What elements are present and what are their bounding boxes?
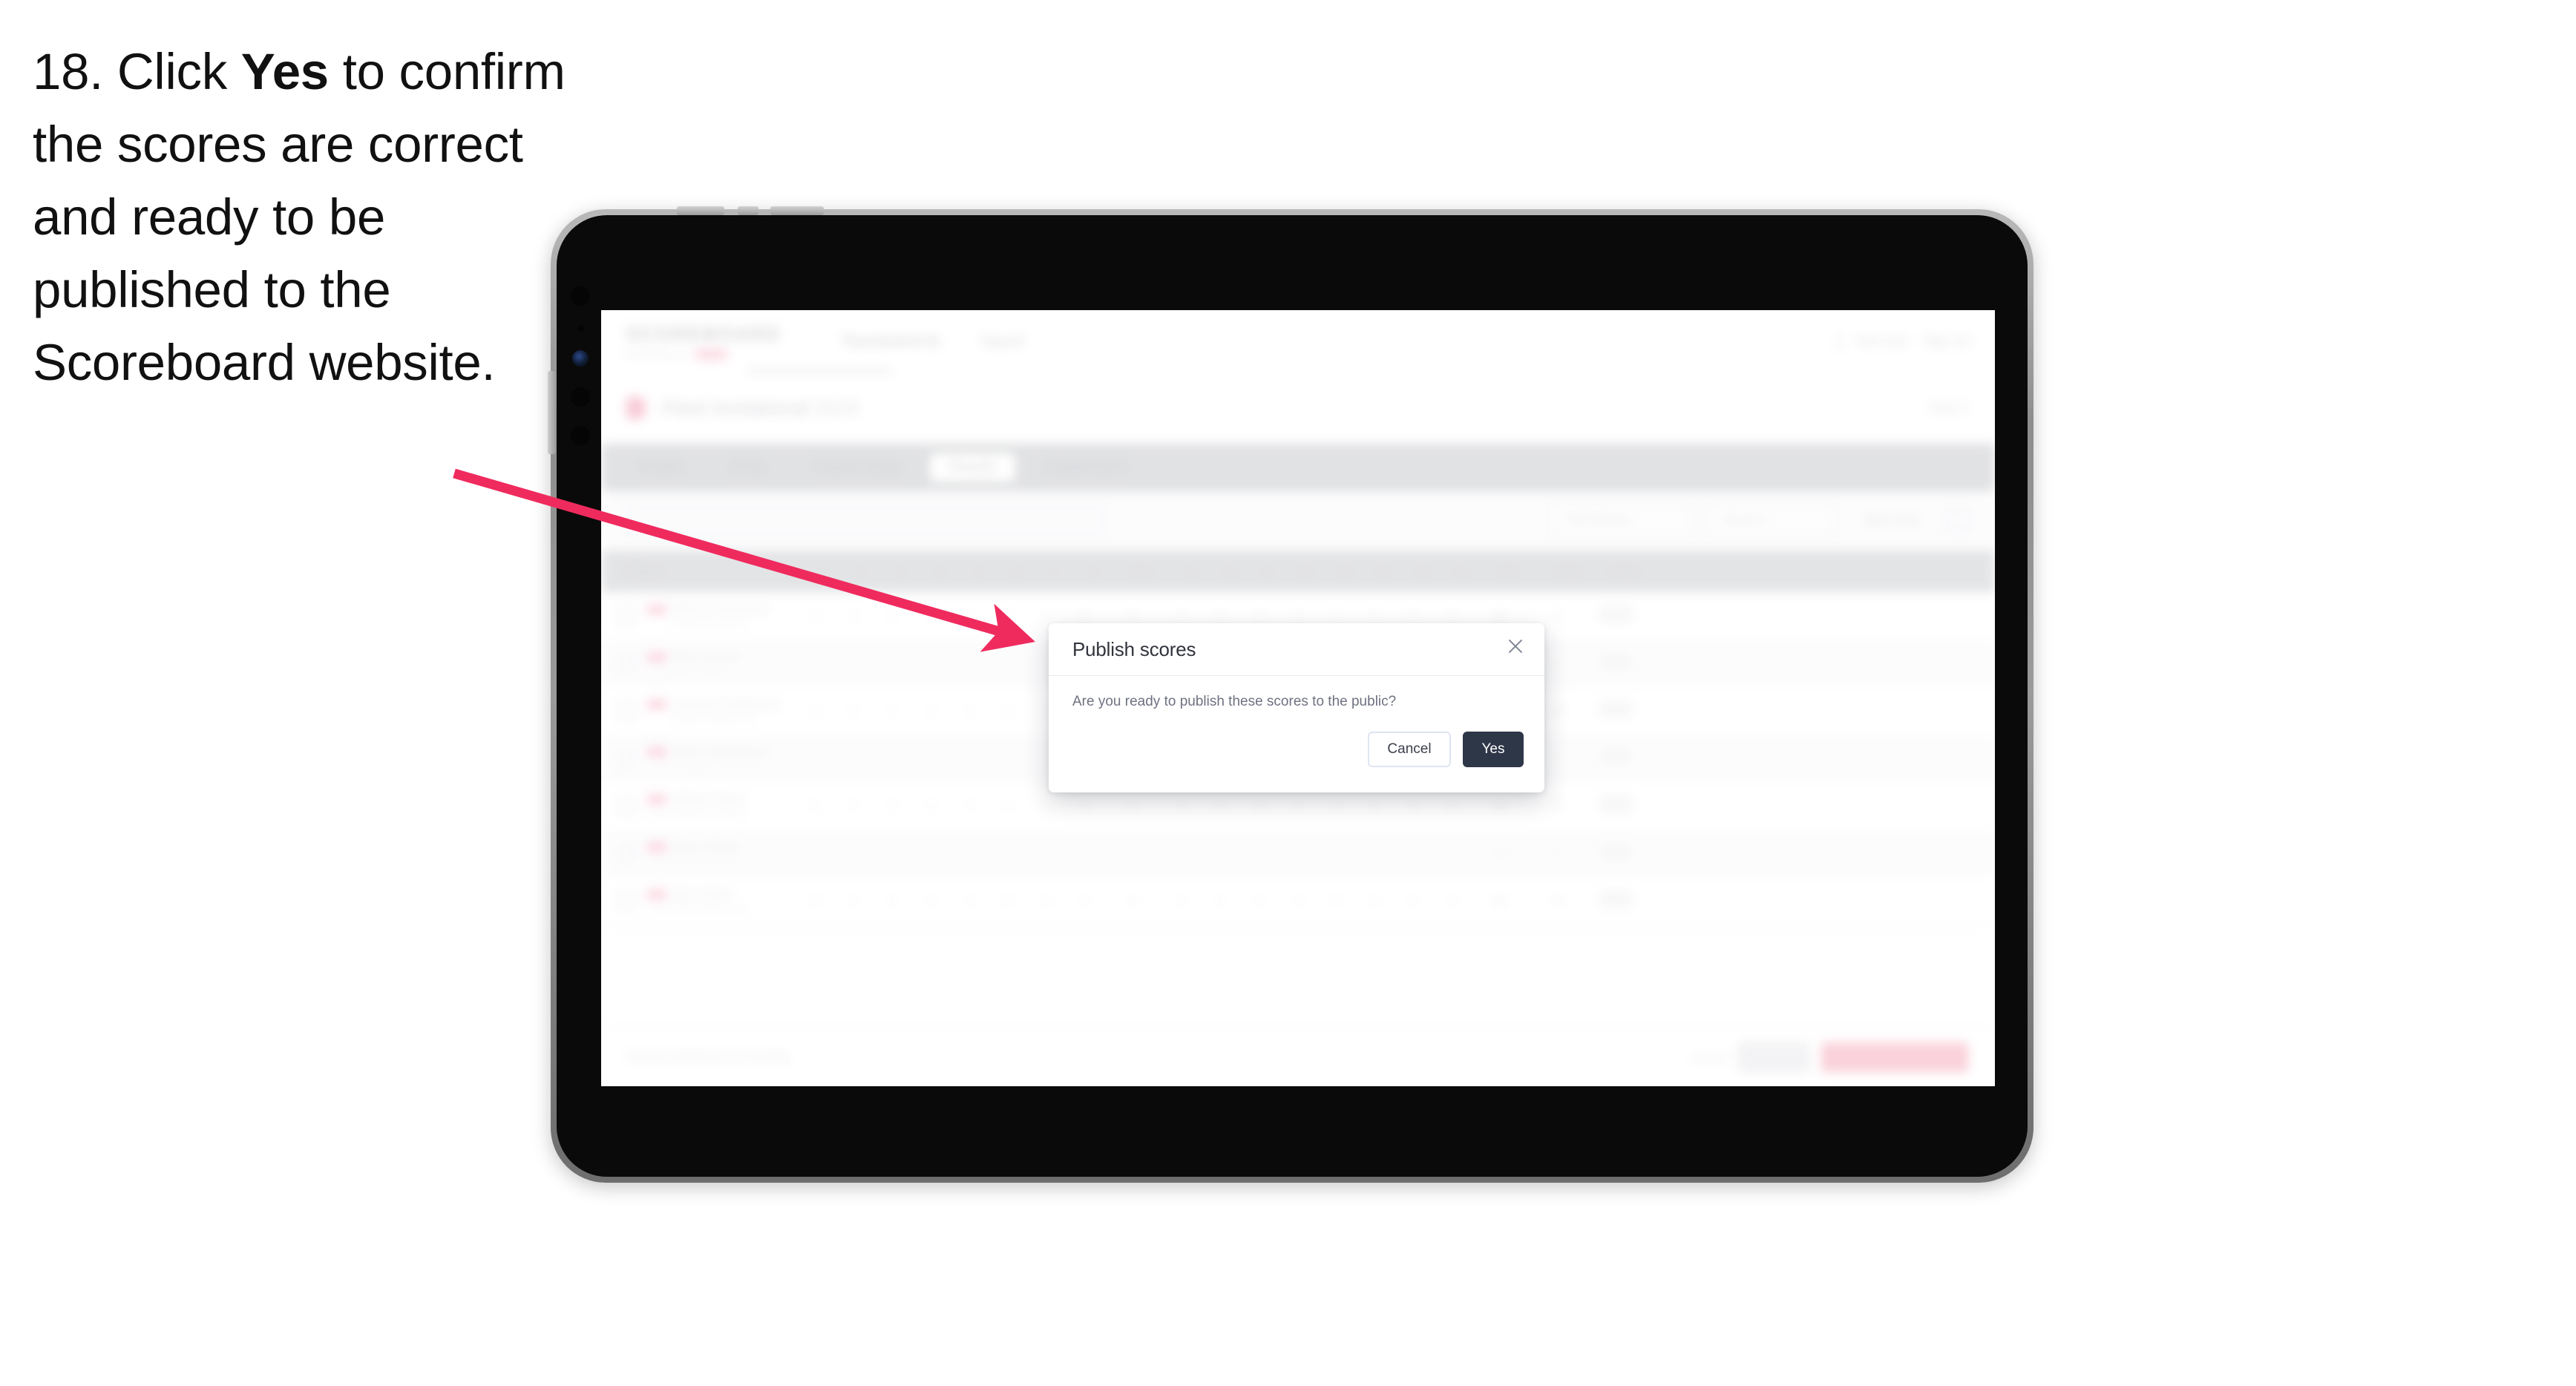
tablet-top-button-2[interactable] (738, 206, 758, 215)
instruction-emphasis: Yes (240, 43, 329, 100)
dialog-message: Are you ready to publish these scores to… (1072, 694, 1397, 709)
step-instruction: 18. Click Yes to confirm the scores are … (33, 36, 582, 399)
step-number: 18. (33, 43, 104, 100)
dialog-title: Publish scores (1072, 637, 1196, 660)
tablet-top-button-3[interactable] (770, 206, 824, 215)
tablet-screen-bezel: SCOREBOARD POWERED BY LIVE Tournament 01… (557, 215, 2028, 1177)
app-screen: SCOREBOARD POWERED BY LIVE Tournament 01… (601, 310, 1995, 1086)
camera-secondary-icon (571, 387, 590, 407)
sensor-dot-icon (577, 325, 584, 332)
dialog-header: Publish scores (1049, 623, 1544, 676)
tablet-device: SCOREBOARD POWERED BY LIVE Tournament 01… (548, 206, 2033, 1183)
instruction-text-before: Click (117, 43, 227, 100)
tablet-top-button-1[interactable] (677, 206, 724, 215)
yes-button[interactable]: Yes (1463, 732, 1524, 767)
tablet-side-button[interactable] (548, 371, 556, 454)
lens-icon (572, 350, 589, 367)
camera-tertiary-icon (571, 426, 590, 445)
camera-icon (571, 286, 590, 306)
publish-scores-dialog: Publish scores Are you ready to publish … (1049, 623, 1544, 792)
dialog-actions: Cancel Yes (1368, 732, 1524, 767)
close-icon[interactable] (1503, 634, 1528, 659)
cancel-button[interactable]: Cancel (1368, 732, 1451, 767)
